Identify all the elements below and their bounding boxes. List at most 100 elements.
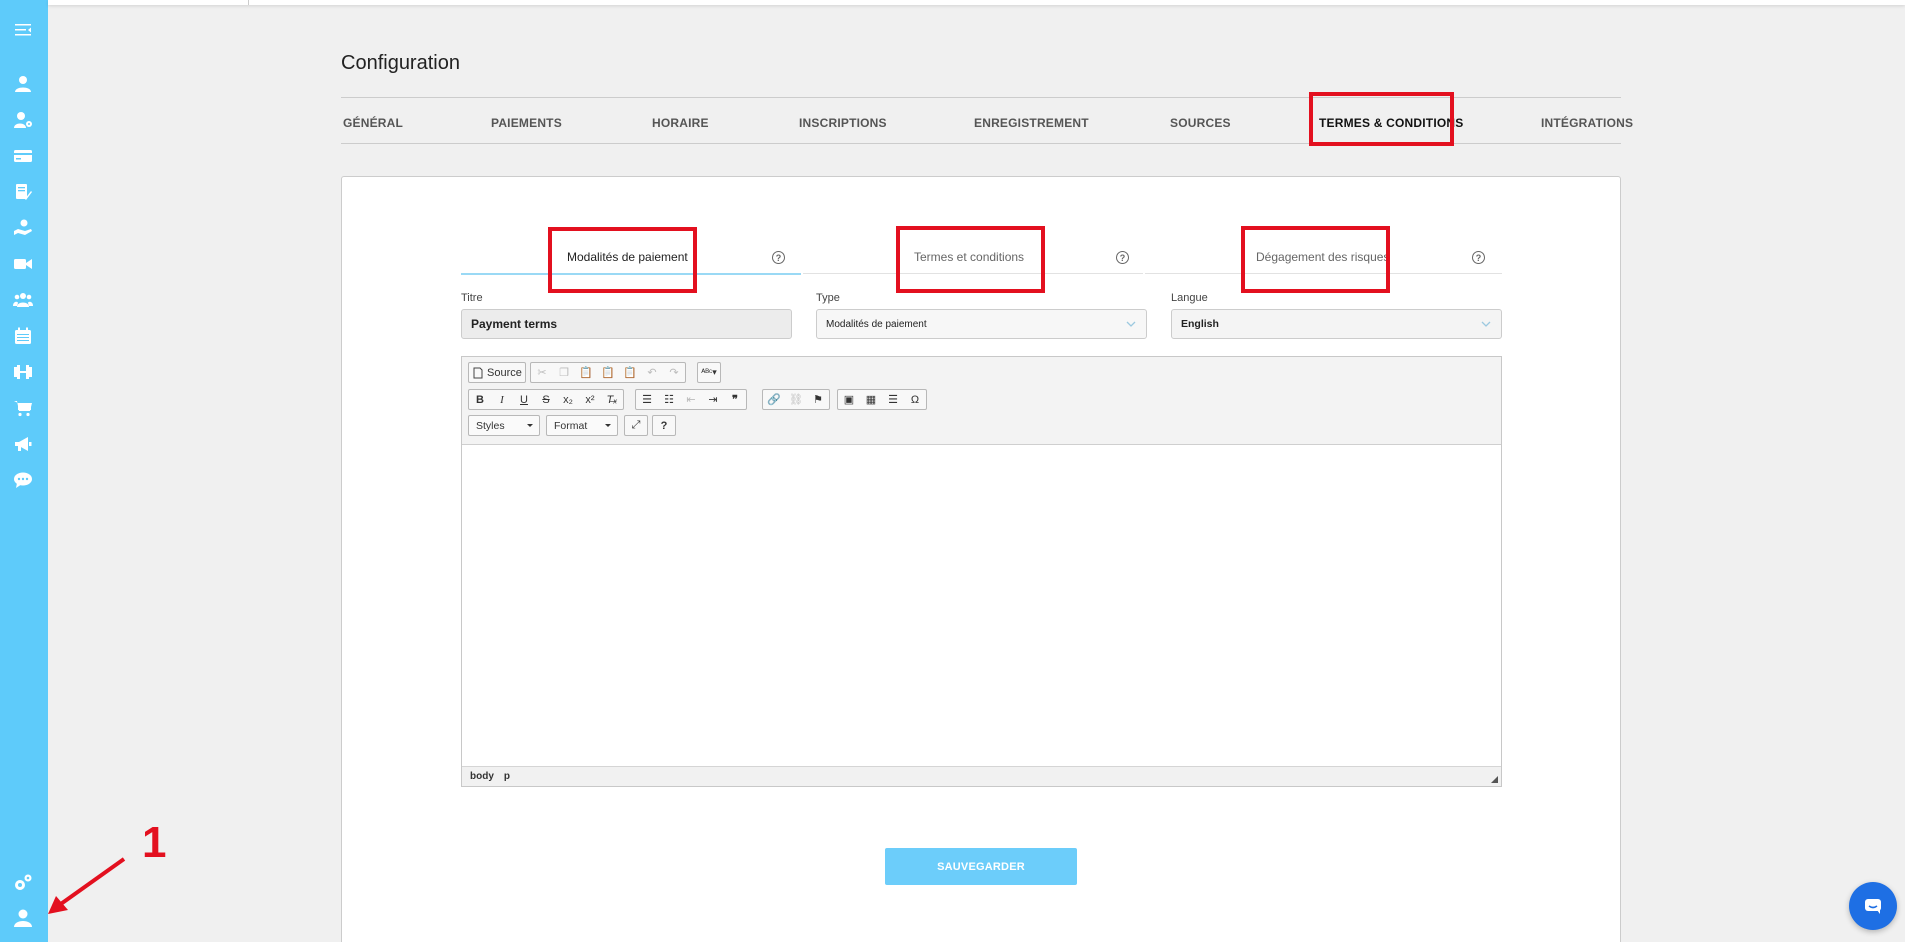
- language-select-value: English: [1181, 318, 1219, 330]
- language-select[interactable]: English: [1171, 309, 1502, 339]
- calendar-icon[interactable]: [12, 325, 34, 347]
- title-input[interactable]: Payment terms: [461, 309, 792, 339]
- styles-label: Styles: [476, 419, 505, 432]
- type-label: Type: [816, 292, 840, 304]
- hand-coin-icon[interactable]: [12, 217, 34, 239]
- language-label: Langue: [1171, 292, 1208, 304]
- profile-icon[interactable]: [12, 907, 34, 929]
- settings-gears-icon[interactable]: [12, 872, 34, 894]
- table-icon[interactable]: ▦: [860, 390, 882, 409]
- page-title: Configuration: [341, 52, 460, 74]
- spellcheck-group: ᴬᴮᶜ▾: [697, 362, 721, 383]
- resize-handle-icon[interactable]: [1491, 776, 1498, 783]
- annotation-box-subtab-1: [548, 227, 697, 293]
- indent-icon[interactable]: ⇥: [702, 390, 724, 409]
- group-icon[interactable]: [12, 289, 34, 311]
- source-group: Source: [468, 362, 526, 383]
- link-icon[interactable]: 🔗: [763, 390, 785, 409]
- annotation-box-subtab-3: [1241, 226, 1390, 293]
- underline-icon[interactable]: U: [513, 390, 535, 409]
- dumbbell-icon[interactable]: [12, 361, 34, 383]
- path-p[interactable]: p: [504, 771, 510, 782]
- subscript-icon[interactable]: x₂: [557, 390, 579, 409]
- dropdown-arrow-icon: [605, 424, 611, 427]
- image-icon[interactable]: ▣: [838, 390, 860, 409]
- sidebar: [0, 0, 48, 942]
- cut-icon[interactable]: ✂: [531, 363, 553, 382]
- user-icon[interactable]: [12, 73, 34, 95]
- credit-card-icon[interactable]: [12, 145, 34, 167]
- document-icon: [473, 367, 483, 378]
- tab-horaire[interactable]: HORAIRE: [652, 116, 709, 130]
- unlink-icon[interactable]: ⛓: [785, 390, 807, 409]
- annotation-number: 1: [142, 818, 167, 867]
- bullet-list-icon[interactable]: ☷: [658, 390, 680, 409]
- chevron-down-icon: [1126, 319, 1136, 329]
- type-select[interactable]: Modalités de paiement: [816, 309, 1147, 339]
- megaphone-icon[interactable]: [12, 433, 34, 455]
- list-group: ☰ ☷ ⇤ ⇥ ❞: [635, 389, 747, 410]
- help-icon[interactable]: ?: [1116, 251, 1129, 264]
- dropdown-arrow-icon: [527, 424, 533, 427]
- editor-statusbar: body p: [462, 766, 1501, 786]
- insert-group: ▣ ▦ ☰ Ω: [837, 389, 927, 410]
- remove-format-icon[interactable]: T̶ₓ: [601, 390, 623, 409]
- paste-text-icon[interactable]: 📋: [597, 363, 619, 382]
- tab-paiements[interactable]: PAIEMENTS: [491, 116, 562, 130]
- bold-icon[interactable]: B: [469, 390, 491, 409]
- title-label: Titre: [461, 292, 483, 304]
- special-char-icon[interactable]: Ω: [904, 390, 926, 409]
- help-icon[interactable]: ?: [1472, 251, 1485, 264]
- strikethrough-icon[interactable]: S: [535, 390, 557, 409]
- document-edit-icon[interactable]: [12, 181, 34, 203]
- source-button[interactable]: Source: [469, 363, 525, 382]
- user-settings-icon[interactable]: [12, 109, 34, 131]
- tab-sources[interactable]: SOURCES: [1170, 116, 1231, 130]
- chat-launcher-button[interactable]: [1849, 882, 1897, 930]
- clipboard-group: ✂ ❐ 📋 📋 📋 ↶ ↷: [530, 362, 686, 383]
- chevron-down-icon: [1481, 319, 1491, 329]
- save-button[interactable]: SAUVEGARDER: [885, 848, 1077, 885]
- tab-integrations[interactable]: INTÉGRATIONS: [1541, 116, 1633, 130]
- format-group: B I U S x₂ x² T̶ₓ: [468, 389, 624, 410]
- tab-enregistrement[interactable]: ENREGISTREMENT: [974, 116, 1089, 130]
- italic-icon[interactable]: I: [491, 390, 513, 409]
- maximize-icon[interactable]: ⤢: [625, 416, 647, 435]
- spellcheck-icon[interactable]: ᴬᴮᶜ▾: [698, 363, 720, 382]
- chat-bubble-icon[interactable]: [12, 469, 34, 491]
- paste-word-icon[interactable]: 📋: [619, 363, 641, 382]
- annotation-arrow-icon: [48, 857, 126, 914]
- redo-icon[interactable]: ↷: [663, 363, 685, 382]
- video-camera-icon[interactable]: [12, 253, 34, 275]
- link-group: 🔗 ⛓ ⚑: [762, 389, 830, 410]
- outdent-icon[interactable]: ⇤: [680, 390, 702, 409]
- format-dropdown[interactable]: Format: [546, 415, 618, 436]
- annotation-box-subtab-2: [896, 226, 1045, 293]
- type-select-value: Modalités de paiement: [826, 318, 927, 330]
- paste-icon[interactable]: 📋: [575, 363, 597, 382]
- tab-general[interactable]: GÉNÉRAL: [343, 116, 403, 130]
- horizontal-line-icon[interactable]: ☰: [882, 390, 904, 409]
- anchor-flag-icon[interactable]: ⚑: [807, 390, 829, 409]
- help-icon[interactable]: ?: [772, 251, 785, 264]
- styles-dropdown[interactable]: Styles: [468, 415, 540, 436]
- chat-icon: [1865, 899, 1881, 914]
- copy-icon[interactable]: ❐: [553, 363, 575, 382]
- help-group: ?: [652, 415, 676, 436]
- source-label: Source: [487, 366, 522, 379]
- editor-toolbar: Source ✂ ❐ 📋 📋 📋 ↶ ↷ ᴬᴮᶜ▾ B I U S x₂ x² …: [462, 357, 1501, 445]
- blockquote-icon[interactable]: ❞: [724, 390, 746, 409]
- menu-toggle-icon[interactable]: [12, 19, 34, 41]
- tab-inscriptions[interactable]: INSCRIPTIONS: [799, 116, 887, 130]
- annotation-box-main-tab: [1309, 92, 1454, 146]
- path-body[interactable]: body: [470, 771, 494, 782]
- top-bar-separator: [248, 0, 249, 5]
- numbered-list-icon[interactable]: ☰: [636, 390, 658, 409]
- editor-content-area[interactable]: [462, 445, 1501, 765]
- undo-icon[interactable]: ↶: [641, 363, 663, 382]
- top-bar: [48, 0, 1905, 5]
- editor-help-button[interactable]: ?: [653, 416, 675, 435]
- maximize-group: ⤢: [624, 415, 648, 436]
- shopping-cart-icon[interactable]: [12, 397, 34, 419]
- superscript-icon[interactable]: x²: [579, 390, 601, 409]
